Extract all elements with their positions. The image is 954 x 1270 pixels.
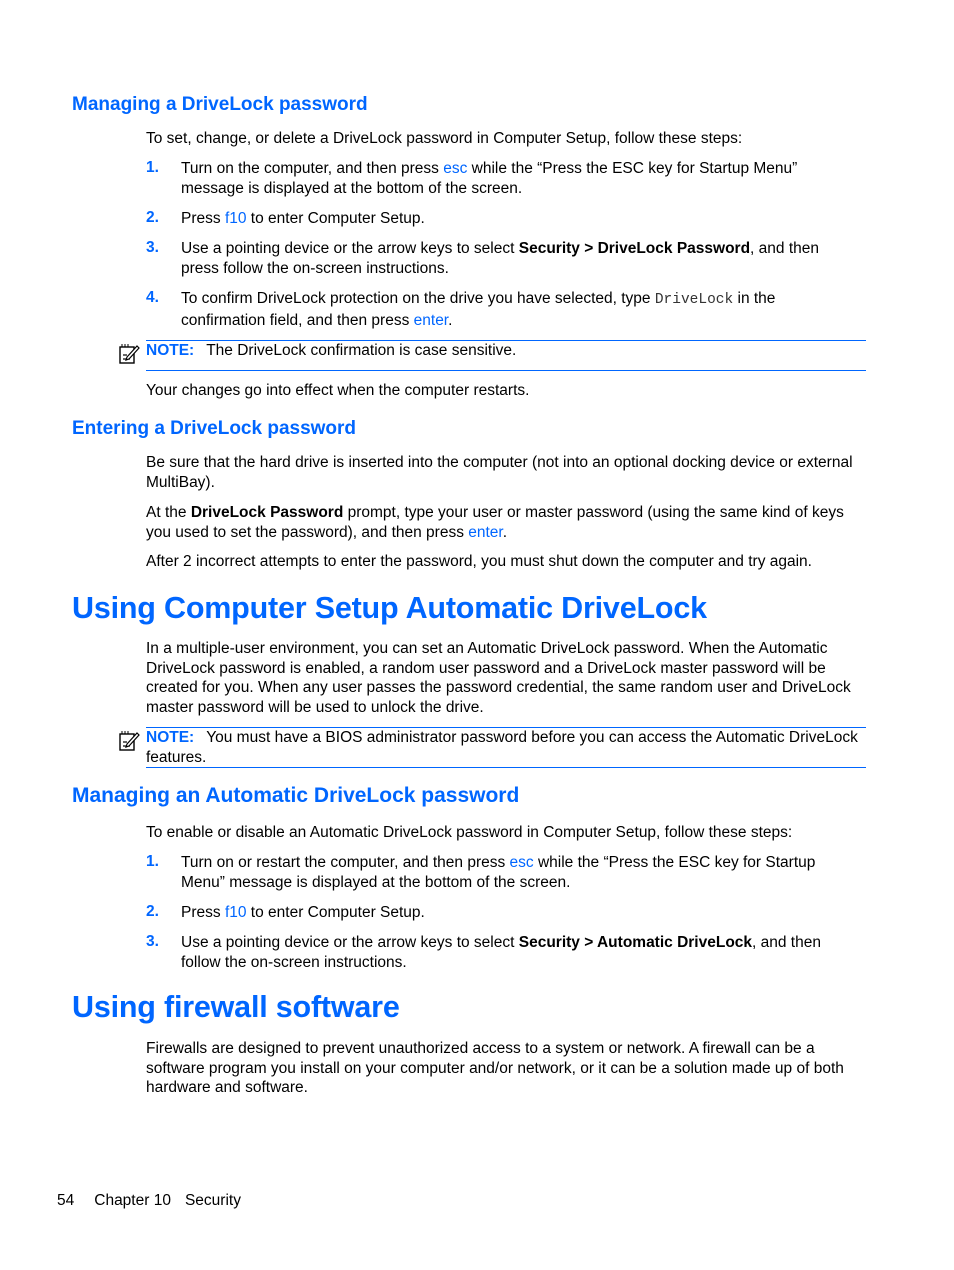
note-box: NOTE: The DriveLock confirmation is case … <box>119 340 866 371</box>
heading-entering-drivelock: Entering a DriveLock password <box>72 418 357 439</box>
note-icon <box>119 731 140 751</box>
page-footer: 54 Chapter 10 Security <box>57 1192 241 1210</box>
key-f10: f10 <box>224 210 247 227</box>
heading-automatic-drivelock: Using Computer Setup Automatic DriveLock <box>72 591 707 625</box>
key-esc: esc <box>509 854 534 871</box>
code-drivelock: DriveLock <box>654 292 734 308</box>
step-number: 2. <box>146 903 159 920</box>
list-item: To confirm DriveLock protection on the d… <box>181 289 861 330</box>
note-label: NOTE: <box>146 729 195 746</box>
text: . <box>502 523 508 541</box>
entering-p3: After 2 incorrect attempts to enter the … <box>146 553 812 570</box>
entering-p2: At the DriveLock Password prompt, type y… <box>146 503 858 542</box>
step-number: 1. <box>146 159 159 176</box>
step-text: Use a pointing device or the arrow keys … <box>181 934 519 951</box>
step-number: 1. <box>146 853 159 870</box>
auto-p1: In a multiple-user environment, you can … <box>146 640 851 716</box>
note-text: The DriveLock confirmation is case sensi… <box>206 342 517 359</box>
step-number: 3. <box>146 239 159 256</box>
heading-managing-drivelock: Managing a DriveLock password <box>72 94 368 115</box>
note-text: You must have a BIOS administrator passw… <box>146 729 858 766</box>
step-text: . <box>448 311 453 329</box>
step-text: to enter Computer Setup. <box>246 210 425 227</box>
prompt-name: DriveLock Password <box>190 504 344 521</box>
step-text: Turn on or restart the computer, and the… <box>181 854 510 871</box>
list-item: Use a pointing device or the arrow keys … <box>181 239 861 278</box>
managing-intro: To set, change, or delete a DriveLock pa… <box>146 130 743 147</box>
key-esc: esc <box>443 160 468 177</box>
list-item: Turn on or restart the computer, and the… <box>181 853 861 892</box>
key-f10: f10 <box>224 904 247 921</box>
note-icon <box>119 344 140 364</box>
firewall-p1: Firewalls are designed to prevent unauth… <box>146 1040 844 1096</box>
entering-p1: Be sure that the hard drive is inserted … <box>146 454 853 491</box>
heading-managing-automatic: Managing an Automatic DriveLock password <box>72 784 520 807</box>
menu-path: Security > DriveLock Password <box>518 240 751 257</box>
step-text: To confirm DriveLock protection on the d… <box>181 290 655 307</box>
list-item: Turn on the computer, and then press esc… <box>181 159 861 198</box>
key-enter: enter <box>468 523 503 541</box>
heading-firewall: Using firewall software <box>72 990 400 1024</box>
chapter-title: Security <box>184 1192 241 1209</box>
step-number: 4. <box>146 289 159 306</box>
chapter-label: Chapter 10 <box>94 1192 171 1209</box>
step-number: 3. <box>146 933 159 950</box>
list-item: Press f10 to enter Computer Setup. <box>181 903 861 923</box>
key-enter: enter <box>413 311 449 329</box>
page-number: 54 <box>57 1192 75 1209</box>
managing-auto-intro: To enable or disable an Automatic DriveL… <box>146 824 793 841</box>
step-text: Turn on the computer, and then press <box>181 160 444 177</box>
step-text: Press <box>181 210 225 227</box>
list-item: Press f10 to enter Computer Setup. <box>181 209 861 229</box>
managing-after: Your changes go into effect when the com… <box>146 382 530 399</box>
list-item: Use a pointing device or the arrow keys … <box>181 933 861 972</box>
step-number: 2. <box>146 209 159 226</box>
note-box: NOTE: You must have a BIOS administrator … <box>119 727 866 768</box>
menu-path: Security > Automatic DriveLock <box>518 934 753 951</box>
text: At the <box>146 504 191 521</box>
step-text: Press <box>181 904 225 921</box>
note-label: NOTE: <box>146 342 195 359</box>
step-text: to enter Computer Setup. <box>246 904 425 921</box>
step-text: Use a pointing device or the arrow keys … <box>181 240 519 257</box>
